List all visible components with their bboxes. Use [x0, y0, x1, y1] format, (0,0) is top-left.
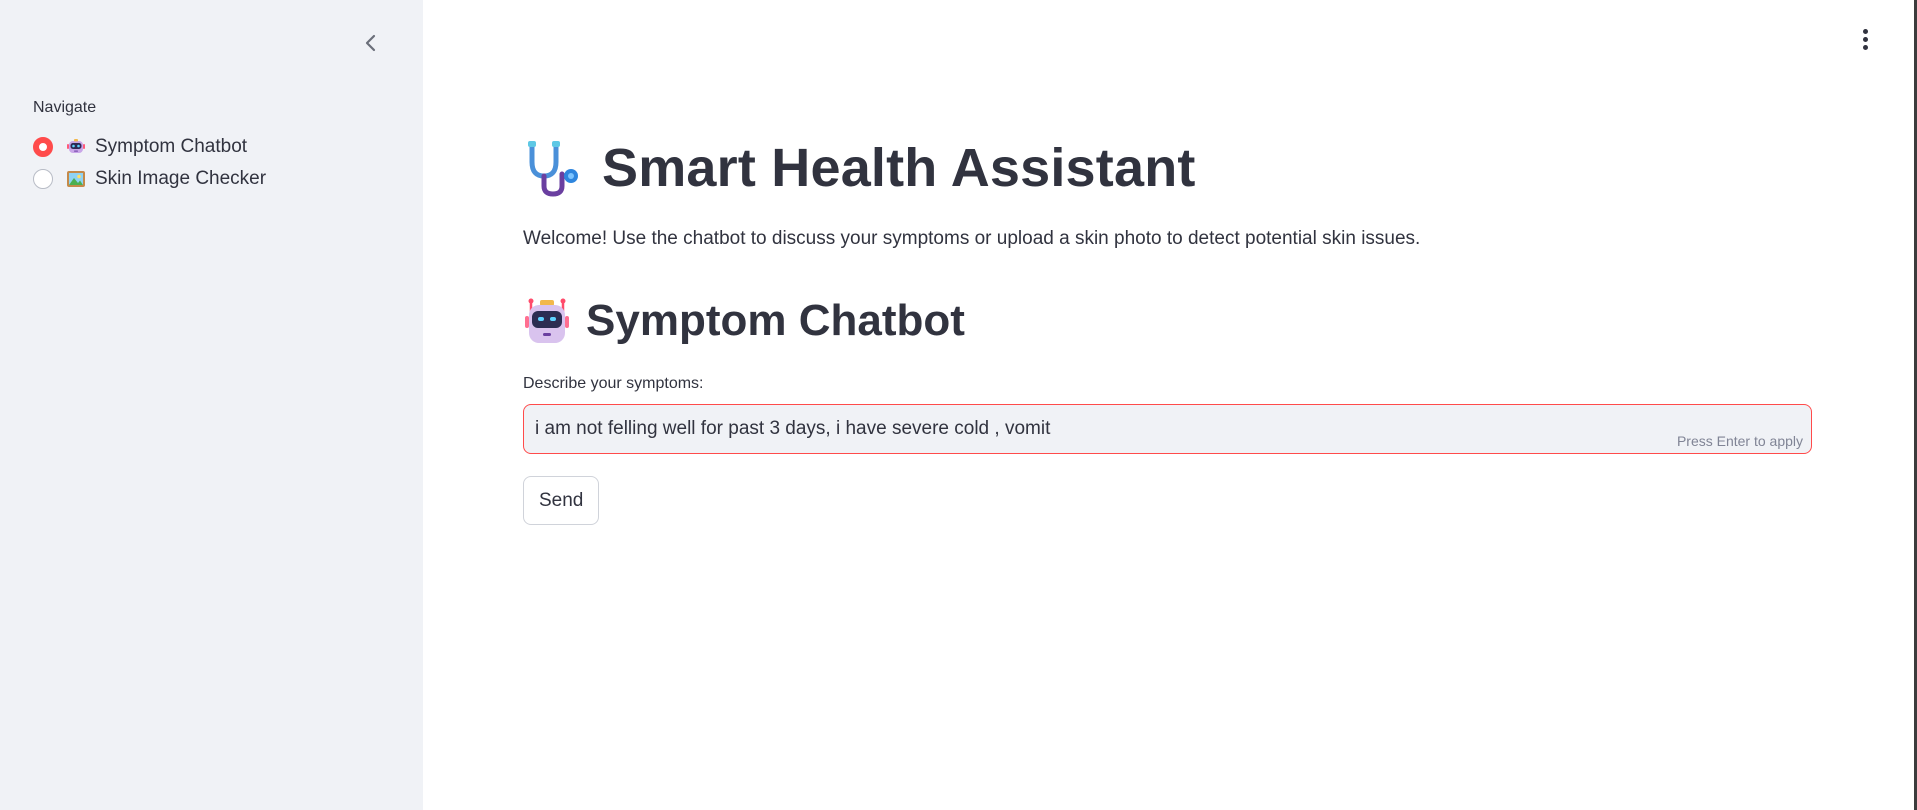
page-header: Smart Health Assistant [522, 136, 1196, 200]
nav-item-symptom-chatbot[interactable]: Symptom Chatbot [33, 131, 266, 163]
nav-item-label: Symptom Chatbot [95, 136, 248, 157]
nav-radio-group: Symptom Chatbot Skin Image Checker [33, 131, 266, 195]
page-title: Smart Health Assistant [602, 138, 1196, 198]
robot-icon [525, 298, 569, 343]
nav-item-label: Skin Image Checker [95, 168, 267, 189]
send-button[interactable]: Send [523, 476, 600, 525]
main-content: Smart Health Assistant Welcome! Use the … [423, 0, 1917, 810]
framed-picture-icon [65, 168, 87, 190]
radio-button-unchecked[interactable] [33, 169, 53, 189]
section-title: Symptom Chatbot [586, 296, 965, 345]
chevron-left-icon [365, 34, 376, 52]
section-header: Symptom Chatbot [522, 296, 965, 346]
welcome-text: Welcome! Use the chatbot to discuss your… [523, 228, 1421, 249]
collapse-sidebar-button[interactable] [358, 30, 384, 56]
stethoscope-icon [528, 141, 578, 197]
sidebar: Navigate Symptom Chatbot Skin Image Chec… [0, 0, 423, 810]
symptoms-input-label: Describe your symptoms: [523, 375, 704, 392]
symptoms-input-container: Press Enter to apply [523, 404, 1812, 454]
nav-item-skin-image-checker[interactable]: Skin Image Checker [33, 163, 266, 195]
nav-label: Navigate [33, 99, 97, 116]
main-menu-button[interactable] [1853, 26, 1877, 52]
radio-button-checked[interactable] [33, 137, 53, 157]
menu-dot [1862, 36, 1868, 42]
menu-dot [1862, 28, 1868, 34]
input-hint: Press Enter to apply [1676, 433, 1803, 449]
robot-icon [65, 136, 87, 158]
app-window: Navigate Symptom Chatbot Skin Image Chec… [0, 0, 1917, 810]
symptoms-input[interactable] [535, 405, 1685, 453]
menu-dot [1862, 44, 1868, 50]
